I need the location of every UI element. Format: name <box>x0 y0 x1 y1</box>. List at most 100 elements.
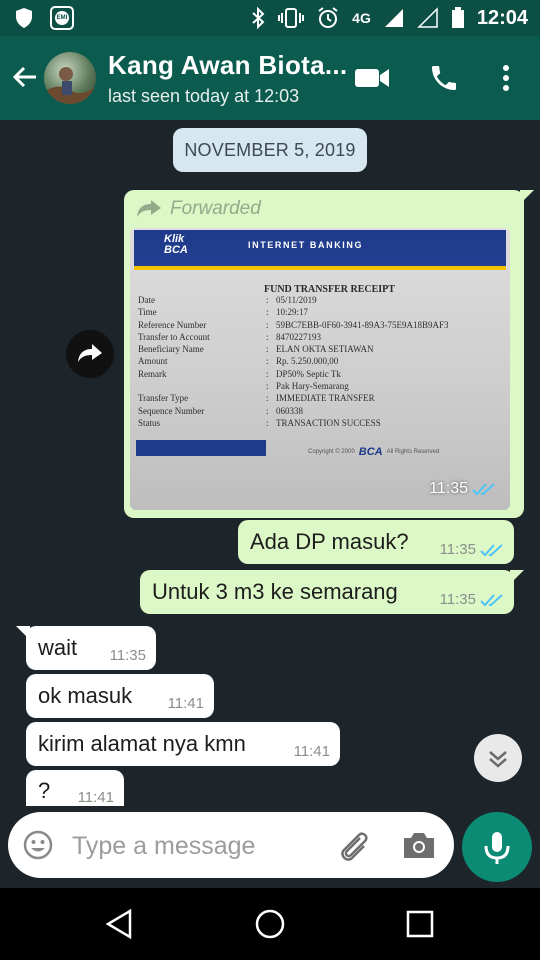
receipt-value: TRANSACTION SUCCESS <box>276 417 381 428</box>
alarm-icon <box>318 7 338 28</box>
date-chip: NOVEMBER 5, 2019 <box>173 128 367 172</box>
receipt-label: Transfer Type <box>138 393 189 404</box>
message-meta: 11:35 <box>110 647 146 664</box>
attach-icon[interactable] <box>336 828 372 862</box>
receipt-row: Status: TRANSACTION SUCCESS <box>138 417 498 429</box>
receipt-footer: Copyright © 2000 BCA All Rights Reserved <box>308 446 439 458</box>
message-meta: 11:41 <box>168 695 204 712</box>
message-bubble-incoming[interactable]: ? 11:41 <box>26 770 124 806</box>
signal-icon <box>384 9 403 27</box>
receipt-value: 060338 <box>276 405 303 416</box>
back-arrow-icon[interactable] <box>10 62 40 92</box>
bca-logo: Klik BCA <box>164 234 188 256</box>
message-time: 11:35 <box>109 647 146 664</box>
status-bar: EMI 4G 12:04 <box>0 0 540 36</box>
camera-icon[interactable] <box>402 830 436 860</box>
receipt-value: ELAN OKTA SETIAWAN <box>276 344 374 355</box>
message-time: 11:35 <box>429 480 468 497</box>
receipt-row: Beneficiary Name: ELAN OKTA SETIAWAN <box>138 343 498 355</box>
nav-home-icon[interactable] <box>254 908 286 940</box>
forwarded-text: Forwarded <box>170 198 261 219</box>
message-input[interactable]: Type a message <box>8 812 454 878</box>
message-text: ok masuk <box>38 683 133 708</box>
receipt-label: Remark <box>138 368 167 379</box>
double-check-icon <box>472 483 495 496</box>
forwarded-arrow-icon <box>137 200 161 217</box>
receipt-footer-brand: BCA <box>358 446 383 458</box>
vibrate-icon <box>278 8 305 28</box>
receipt-label: Status <box>138 417 161 428</box>
double-check-icon <box>480 543 503 556</box>
message-bubble-outgoing[interactable]: Ada DP masuk? 11:35 <box>238 520 514 564</box>
receipt-row: Reference Number:59BC7EBB-0F60-3941-89A3… <box>138 319 498 331</box>
network-type: 4G <box>352 10 371 26</box>
receipt-label: Amount <box>138 356 168 367</box>
signal-empty-icon <box>417 7 438 28</box>
message-time: 11:41 <box>167 695 204 712</box>
receipt-table: Date:05/11/2019 Time:10:29:17 Reference … <box>138 294 498 429</box>
message-text: kirim alamat nya kmn <box>38 731 246 756</box>
bca-logo-bottom: BCA <box>164 244 188 256</box>
message-bubble-incoming[interactable]: kirim alamat nya kmn 11:41 <box>26 722 340 766</box>
receipt-row: Date:05/11/2019 <box>138 294 498 306</box>
receipt-header: Klik BCA INTERNET BANKING <box>134 230 506 270</box>
message-time: 11:41 <box>77 789 114 806</box>
receipt-label: Time <box>138 307 157 318</box>
receipt-value: Pak Hary-Semarang <box>276 381 349 392</box>
clock: 12:04 <box>476 6 528 29</box>
more-vert-icon[interactable] <box>496 62 516 94</box>
message-time: 11:41 <box>293 743 330 760</box>
message-bubble-incoming[interactable]: ok masuk 11:41 <box>26 674 214 718</box>
system-nav-bar <box>0 888 540 960</box>
battery-icon <box>451 7 464 28</box>
nav-back-icon[interactable] <box>104 908 136 940</box>
receipt-value: IMMEDIATE TRANSFER <box>276 393 375 404</box>
nav-recents-icon[interactable] <box>406 910 434 938</box>
avatar[interactable] <box>44 52 96 104</box>
message-meta: 11:41 <box>294 743 330 760</box>
receipt-rights: All Rights Reserved <box>386 449 440 455</box>
double-check-icon <box>480 593 503 606</box>
receipt-copyright: Copyright © 2000 <box>308 449 355 455</box>
message-time: 11:35 <box>439 591 476 608</box>
receipt-row: Remark: DP50% Septic Tk <box>138 368 498 380</box>
receipt-image[interactable]: Klik BCA INTERNET BANKING FUND TRANSFER … <box>130 228 510 510</box>
emoji-icon[interactable] <box>22 829 54 861</box>
receipt-value: 10:29:17 <box>276 307 309 318</box>
message-meta: 11:35 <box>440 541 504 558</box>
receipt-row: Transfer Type: IMMEDIATE TRANSFER <box>138 392 498 404</box>
video-call-icon[interactable] <box>354 64 390 92</box>
message-bubble-outgoing[interactable]: Untuk 3 m3 ke semarang 11:35 <box>140 570 524 614</box>
forwarded-image-message[interactable]: Forwarded Klik BCA INTERNET BANKING FUND… <box>124 190 534 518</box>
receipt-value: 59BC7EBB-0F60-3941-89A3-75E9A18B9AF3 <box>276 319 449 330</box>
receipt-row: Amount: Rp. 5.250.000,00 <box>138 355 498 367</box>
receipt-label <box>138 380 266 392</box>
mic-button[interactable] <box>462 812 532 882</box>
receipt-label: Beneficiary Name <box>138 344 204 355</box>
contact-name[interactable]: Kang Awan Biota... <box>108 50 347 81</box>
message-bubble-incoming[interactable]: wait 11:35 <box>16 626 156 670</box>
phone-icon[interactable] <box>428 62 460 94</box>
bluetooth-icon <box>252 6 265 30</box>
receipt-label: Sequence Number <box>138 405 205 416</box>
message-text: wait <box>38 635 78 660</box>
message-text: Untuk 3 m3 ke semarang <box>152 579 398 604</box>
shield-icon <box>16 8 32 28</box>
receipt-value: 8470227193 <box>276 331 321 342</box>
receipt-row: : Pak Hary-Semarang <box>138 380 498 392</box>
share-button[interactable] <box>66 330 114 378</box>
message-time: 11:35 <box>439 541 476 558</box>
message-meta: 11:41 <box>78 789 114 806</box>
message-placeholder: Type a message <box>72 832 256 860</box>
receipt-row: Sequence Number:060338 <box>138 405 498 417</box>
chat-area[interactable]: NOVEMBER 5, 2019 Forwarded Klik BCA INTE… <box>0 120 540 806</box>
scroll-to-bottom-button[interactable] <box>474 734 522 782</box>
receipt-label: Transfer to Account <box>138 331 210 342</box>
message-meta: 11:35 <box>429 480 496 498</box>
chat-header: Kang Awan Biota... last seen today at 12… <box>0 36 540 120</box>
last-seen-status: last seen today at 12:03 <box>108 86 300 106</box>
receipt-header-title: INTERNET BANKING <box>248 240 364 250</box>
mic-icon <box>484 832 510 864</box>
message-text: Ada DP masuk? <box>250 529 409 554</box>
double-chevron-down-icon <box>489 751 507 768</box>
